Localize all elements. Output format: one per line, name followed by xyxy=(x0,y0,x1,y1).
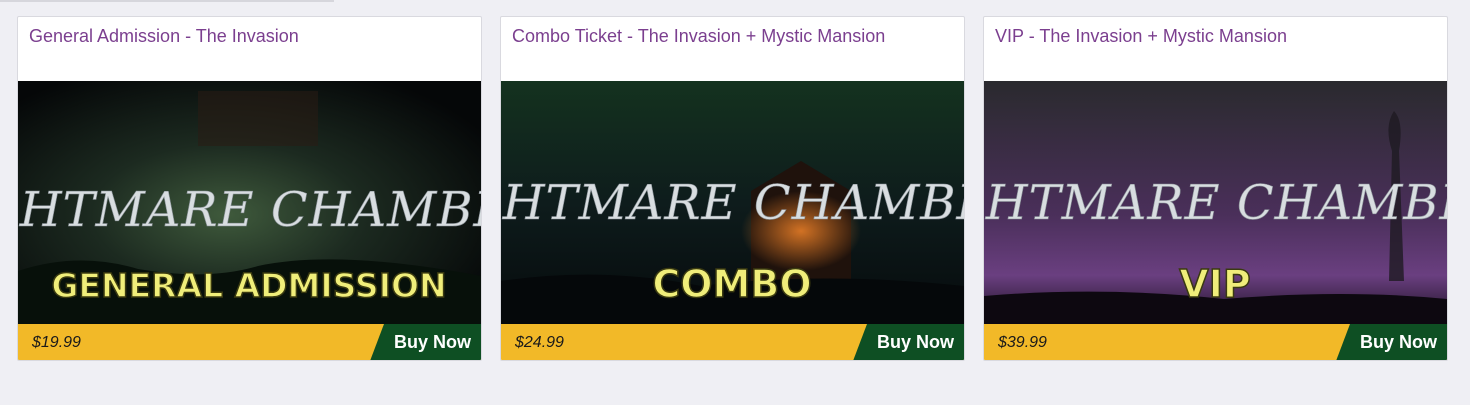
ticket-price: $24.99 xyxy=(515,334,564,351)
image-subtitle: COMBO xyxy=(652,262,811,306)
buy-now-button[interactable]: Buy Now xyxy=(370,324,481,360)
ticket-card: General Admission - The Invasion NIGHTMA… xyxy=(17,16,482,361)
buy-now-button[interactable]: Buy Now xyxy=(1336,324,1447,360)
ticket-card: Combo Ticket - The Invasion + Mystic Man… xyxy=(500,16,965,361)
ticket-price: $19.99 xyxy=(32,334,81,351)
ticket-image[interactable]: NIGHTMARE CHAMBERS VIP xyxy=(984,81,1447,324)
ticket-image[interactable]: NIGHTMARE CHAMBERS COMBO xyxy=(501,81,964,324)
buy-now-label: Buy Now xyxy=(876,332,954,352)
price-bar: $39.99 Buy Now xyxy=(984,324,1447,360)
ticket-image[interactable]: NIGHTMARE CHAMBERS GENERAL ADMISSION xyxy=(18,81,481,324)
ticket-price: $39.99 xyxy=(998,334,1047,351)
price-bar: $24.99 Buy Now xyxy=(501,324,964,360)
image-subtitle: VIP xyxy=(1179,262,1250,306)
logo-text: NIGHTMARE CHAMBERS xyxy=(18,182,481,238)
logo-text: NIGHTMARE CHAMBERS xyxy=(501,175,964,231)
price-bar: $19.99 Buy Now xyxy=(18,324,481,360)
buy-now-label: Buy Now xyxy=(1359,332,1437,352)
top-divider xyxy=(0,0,334,2)
buy-now-label: Buy Now xyxy=(393,332,471,352)
image-building-shape xyxy=(198,91,318,146)
ticket-title-link[interactable]: VIP - The Invasion + Mystic Mansion xyxy=(995,25,1437,47)
ticket-title-link[interactable]: General Admission - The Invasion xyxy=(29,25,471,47)
buy-now-button[interactable]: Buy Now xyxy=(853,324,964,360)
logo-text: NIGHTMARE CHAMBERS xyxy=(984,175,1447,231)
ticket-title-link[interactable]: Combo Ticket - The Invasion + Mystic Man… xyxy=(512,25,954,47)
image-subtitle: GENERAL ADMISSION xyxy=(51,266,446,305)
ticket-card: VIP - The Invasion + Mystic Mansion NIGH… xyxy=(983,16,1448,361)
